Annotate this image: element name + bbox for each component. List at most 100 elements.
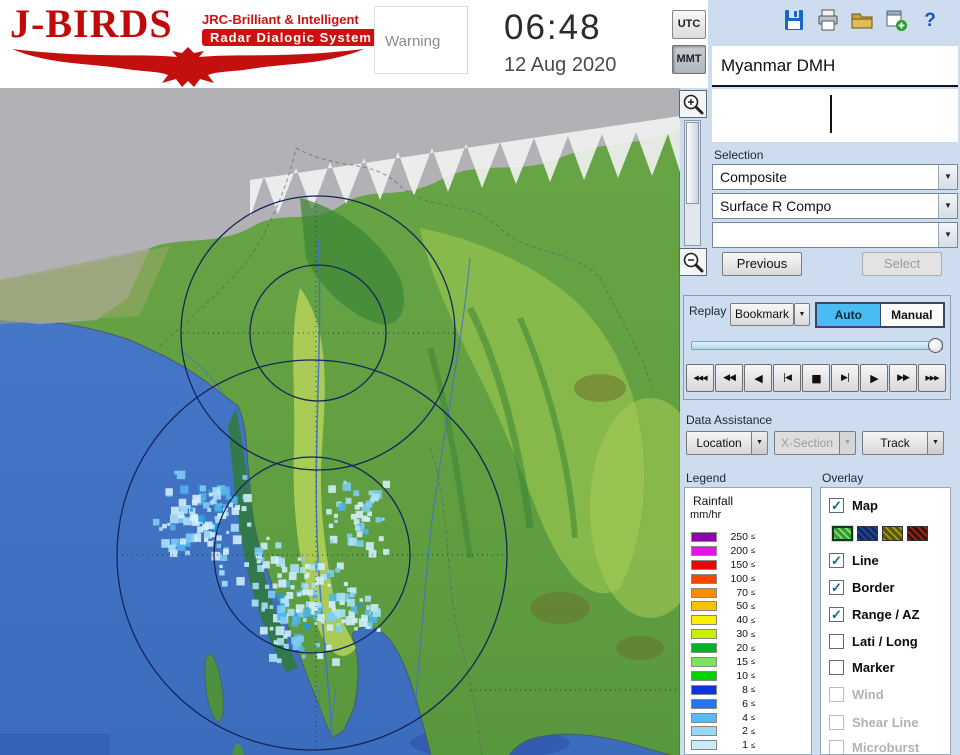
less-equal-symbol: ≤ [751,726,756,736]
legend-entry: 150 ≤ [685,558,811,572]
map-style-swatch-1[interactable] [831,525,854,542]
auto-mode-button[interactable]: Auto [817,304,881,326]
location-button[interactable]: Location ▼ [686,431,768,455]
checkbox[interactable]: ✓ [829,498,844,513]
bookmark-button[interactable]: Bookmark [730,303,794,326]
chevron-down-icon[interactable]: ▼ [752,431,768,455]
zoom-slider-thumb[interactable] [686,122,699,204]
legend-color-swatch [691,726,717,737]
legend-entry: 100 ≤ [685,572,811,586]
export-icon[interactable] [882,7,909,34]
rewind-fastest-button[interactable]: ◀◀◀ [686,364,714,392]
chevron-down-icon[interactable]: ▼ [938,165,957,189]
composite-dropdown[interactable]: Composite ▼ [712,164,958,190]
legend-entry: 70 ≤ [685,586,811,600]
svg-text:?: ? [924,10,936,31]
select-button[interactable]: Select [862,252,942,276]
track-button[interactable]: Track ▼ [862,431,944,455]
overlay-item-range-az[interactable]: ✓ Range / AZ [829,607,919,622]
map-style-swatch-4[interactable] [907,526,928,541]
legend-entry: 6 ≤ [685,697,811,711]
checkbox[interactable]: ✓ [829,607,844,622]
legend-color-swatch [691,601,717,612]
play-reverse-button[interactable]: ◀ [744,364,772,392]
legend-entry: 2 ≤ [685,724,811,738]
overlay-item-lati-long[interactable]: Lati / Long [829,634,918,649]
zoom-slider[interactable] [684,120,701,246]
play-button[interactable]: ▶ [860,364,888,392]
checkbox[interactable] [829,660,844,675]
print-icon[interactable] [814,7,841,34]
forward-fastest-button[interactable]: ▶▶▶ [918,364,946,392]
chevron-down-icon[interactable]: ▼ [928,431,944,455]
map-style-swatch-3[interactable] [882,526,903,541]
overlay-item-map[interactable]: ✓ Map [829,498,878,513]
warning-panel: Warning [374,6,468,74]
legend-box: Rainfall mm/hr 250 ≤200 ≤150 ≤100 ≤70 ≤50 ≤40 ≤… [684,487,812,755]
step-back-button[interactable]: |◀ [773,364,801,392]
less-equal-symbol: ≤ [751,588,756,597]
legend-title: Rainfall [693,494,734,508]
chevron-down-icon[interactable]: ▼ [938,223,957,247]
previous-button[interactable]: Previous [722,252,802,276]
jbirds-logo: J-BIRDS JRC-Brilliant & Intelligent Rada… [6,1,380,87]
legend-color-swatch [691,615,717,626]
legend-color-swatch [691,712,717,723]
help-icon[interactable]: ? [916,7,943,34]
manual-mode-button[interactable]: Manual [880,304,943,326]
zoom-out-button[interactable] [679,248,707,276]
overlay-item-shear-line: Shear Line [829,715,918,730]
radar-map-area[interactable] [0,88,680,755]
less-equal-symbol: ≤ [751,532,756,542]
sub-product-dropdown[interactable]: ▼ [712,222,958,248]
checkbox [829,740,844,754]
radar-map[interactable] [0,88,680,755]
step-forward-button[interactable]: ▶| [831,364,859,392]
forward-fast-button[interactable]: ▶▶ [889,364,917,392]
overlay-item-border[interactable]: ✓ Border [829,580,895,595]
station-name-box[interactable]: Myanmar DMH [712,46,958,87]
legend-value: 20 [736,642,748,655]
map-style-swatch-2[interactable] [857,526,878,541]
button-label[interactable]: Track [862,431,928,455]
overlay-item-line[interactable]: ✓ Line [829,553,879,568]
utc-button[interactable]: UTC [672,10,706,39]
zoom-in-button[interactable] [679,90,707,118]
save-icon[interactable] [780,7,807,34]
legend-value: 8 [742,683,748,696]
legend-entry: 200 ≤ [685,544,811,558]
rewind-fast-button[interactable]: ◀◀ [715,364,743,392]
overlay-item-microburst: Microburst [829,740,919,754]
overlay-label: Overlay [822,471,864,485]
less-equal-symbol: ≤ [751,713,756,723]
checkbox[interactable] [829,634,844,649]
chevron-down-icon[interactable]: ▼ [938,194,957,218]
folder-icon[interactable] [848,7,875,34]
product-dropdown[interactable]: Surface R Compo ▼ [712,193,958,219]
button-label[interactable]: Location [686,431,752,455]
legend-entry: 20 ≤ [685,641,811,655]
less-equal-symbol: ≤ [751,574,756,584]
stop-button[interactable]: ■ [802,364,830,392]
overlay-item-label: Map [852,498,878,513]
less-equal-symbol: ≤ [751,546,756,556]
station-list[interactable] [712,89,958,142]
slider-thumb[interactable] [928,338,943,353]
station-name: Myanmar DMH [721,56,836,75]
button-label: X-Section [774,431,840,455]
checkbox[interactable]: ✓ [829,580,844,595]
legend-entry: 1 ≤ [685,738,811,752]
checkbox[interactable]: ✓ [829,553,844,568]
less-equal-symbol: ≤ [751,601,756,611]
slider-track[interactable] [691,341,943,350]
bookmark-dropdown-arrow[interactable]: ▼ [794,303,810,326]
legend-color-swatch [691,531,717,542]
less-equal-symbol: ≤ [751,643,756,653]
replay-timeline-slider[interactable] [691,338,943,354]
legend-value: 15 [736,655,748,668]
composite-dropdown-value: Composite [720,169,787,185]
checkbox [829,715,844,730]
mmt-button[interactable]: MMT [672,45,706,74]
overlay-item-marker[interactable]: Marker [829,660,895,675]
legend-color-swatch [691,587,717,598]
